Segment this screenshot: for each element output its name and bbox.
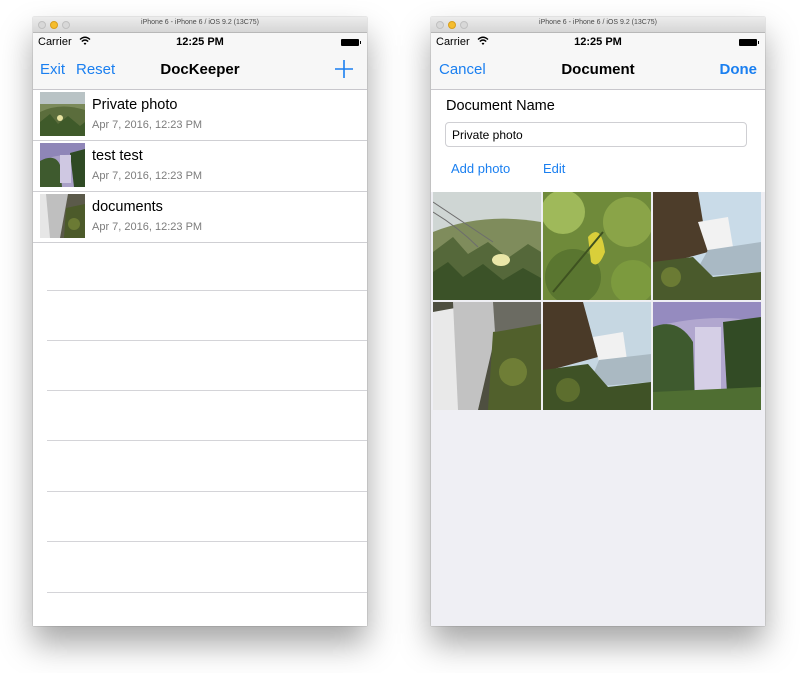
document-name-label: Document Name [446, 98, 555, 114]
simulator-window-document: iPhone 6 - iPhone 6 / iOS 9.2 (13C75) Ca… [431, 17, 765, 626]
navigation-bar: Exit Reset DocKeeper [33, 51, 367, 90]
status-time: 12:25 PM [574, 36, 622, 48]
window-titlebar: iPhone 6 - iPhone 6 / iOS 9.2 (13C75) [33, 17, 367, 33]
empty-row-separator [47, 340, 367, 341]
empty-row-separator [47, 541, 367, 542]
document-content: Document Name Add photo Edit [431, 90, 765, 626]
document-title: test test [92, 148, 143, 164]
empty-row-separator [47, 290, 367, 291]
list-item[interactable]: Private photo Apr 7, 2016, 12:23 PM [33, 90, 367, 141]
document-thumbnail [40, 194, 85, 238]
simulator-window-doclist: iPhone 6 - iPhone 6 / iOS 9.2 (13C75) Ca… [33, 17, 367, 626]
done-button[interactable]: Done [720, 61, 758, 78]
photo-thumbnail[interactable] [543, 192, 651, 300]
photo-thumbnail[interactable] [433, 302, 541, 410]
document-thumbnail [40, 92, 85, 136]
window-title: iPhone 6 - iPhone 6 / iOS 9.2 (13C75) [141, 19, 259, 26]
list-item[interactable]: test test Apr 7, 2016, 12:23 PM [33, 141, 367, 192]
document-name-field[interactable] [445, 122, 747, 147]
status-bar: Carrier 12:25 PM [33, 33, 367, 51]
battery-icon [341, 39, 361, 46]
plus-icon[interactable] [333, 58, 355, 80]
nav-title: DocKeeper [160, 61, 240, 78]
list-item[interactable]: documents Apr 7, 2016, 12:23 PM [33, 192, 367, 243]
navigation-bar: Cancel Document Done [431, 51, 765, 90]
document-date: Apr 7, 2016, 12:23 PM [92, 170, 203, 182]
photo-thumbnail[interactable] [543, 302, 651, 410]
window-title: iPhone 6 - iPhone 6 / iOS 9.2 (13C75) [539, 19, 657, 26]
edit-button[interactable]: Edit [543, 161, 565, 176]
empty-row-separator [47, 390, 367, 391]
document-form: Document Name Add photo Edit [431, 90, 765, 192]
empty-row-separator [47, 592, 367, 593]
document-thumbnail [40, 143, 85, 187]
battery-icon [739, 39, 759, 46]
document-date: Apr 7, 2016, 12:23 PM [92, 119, 203, 131]
document-title: documents [92, 199, 163, 215]
document-list: Private photo Apr 7, 2016, 12:23 PM test… [33, 90, 367, 243]
document-date: Apr 7, 2016, 12:23 PM [92, 221, 203, 233]
empty-row-separator [47, 491, 367, 492]
window-titlebar: iPhone 6 - iPhone 6 / iOS 9.2 (13C75) [431, 17, 765, 33]
photo-thumbnail[interactable] [433, 192, 541, 300]
empty-row-separator [47, 440, 367, 441]
add-photo-button[interactable]: Add photo [451, 161, 510, 176]
photo-thumbnail[interactable] [653, 192, 761, 300]
nav-title: Document [561, 61, 635, 78]
status-bar: Carrier 12:25 PM [431, 33, 765, 51]
document-title: Private photo [92, 97, 178, 113]
photo-thumbnail[interactable] [653, 302, 761, 410]
status-time: 12:25 PM [176, 36, 224, 48]
